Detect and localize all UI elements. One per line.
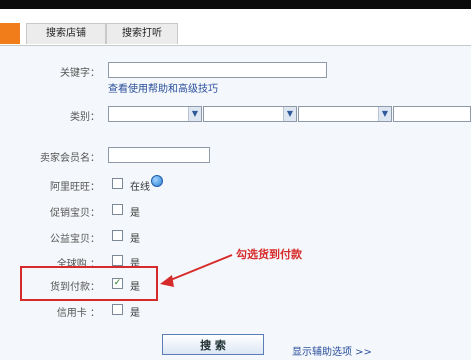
search-button[interactable]: 搜 索: [162, 334, 264, 355]
show-more-options-link[interactable]: 显示辅助选项 >>: [292, 343, 372, 358]
annotation-arrow: [160, 254, 233, 287]
